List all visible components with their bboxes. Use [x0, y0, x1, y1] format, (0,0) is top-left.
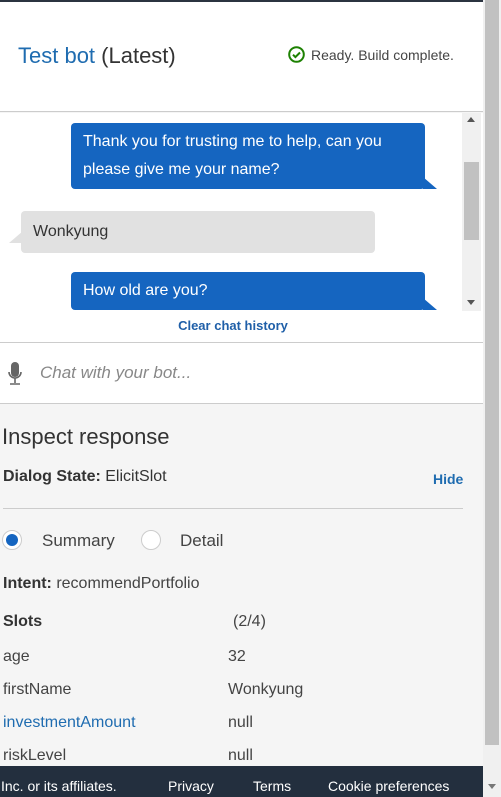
page-scrollbar-thumb[interactable]	[485, 0, 499, 745]
build-status: Ready. Build complete.	[288, 46, 454, 63]
microphone-icon[interactable]	[7, 361, 23, 387]
slot-value: null	[228, 714, 253, 731]
summary-label[interactable]: Summary	[42, 531, 115, 551]
dialog-state-value: ElicitSlot	[105, 468, 167, 485]
slots-heading: Slots	[3, 613, 43, 630]
summary-radio[interactable]	[2, 530, 22, 550]
scroll-down-icon[interactable]	[467, 300, 475, 305]
clear-chat-history-link[interactable]: Clear chat history	[0, 318, 466, 333]
dialog-state-label: Dialog State:	[3, 468, 101, 485]
chat-input-row	[0, 342, 483, 404]
privacy-link[interactable]: Privacy	[168, 778, 214, 794]
page-title: Test bot (Latest)	[18, 43, 176, 69]
inspect-response-heading: Inspect response	[2, 424, 170, 449]
chat-input[interactable]	[40, 357, 460, 389]
slots-count: (2/4)	[233, 613, 266, 630]
test-bot-link[interactable]: Test bot	[18, 43, 95, 68]
intent: Intent: recommendPortfolio	[3, 575, 200, 593]
dialog-state: Dialog State: ElicitSlot	[3, 468, 167, 486]
check-circle-icon	[288, 46, 305, 63]
divider	[3, 508, 463, 509]
hide-button[interactable]: Hide	[433, 471, 463, 487]
terms-link[interactable]: Terms	[253, 778, 291, 794]
slot-value: Wonkyung	[228, 681, 304, 698]
chat-history: Thank you for trusting me to help, can y…	[0, 113, 483, 342]
slot-value: null	[228, 747, 253, 764]
chat-scrollbar-thumb[interactable]	[464, 162, 479, 240]
detail-label[interactable]: Detail	[180, 531, 223, 551]
scroll-up-icon[interactable]	[467, 117, 475, 122]
bot-message: How old are you?	[71, 272, 437, 310]
intent-value: recommendPortfolio	[56, 575, 200, 592]
slot-name-link[interactable]: investmentAmount	[3, 714, 136, 732]
detail-radio[interactable]	[141, 530, 161, 550]
version-label: (Latest)	[95, 43, 176, 68]
cookie-preferences-link[interactable]: Cookie preferences	[328, 778, 449, 794]
user-message: Wonkyung	[9, 211, 375, 253]
scroll-down-icon[interactable]	[488, 784, 496, 789]
intent-label: Intent:	[3, 575, 52, 592]
status-text: Ready. Build complete.	[311, 46, 454, 63]
slot-name: firstName	[3, 681, 72, 698]
copyright-text: Inc. or its affiliates.	[1, 778, 117, 794]
slot-name: riskLevel	[3, 747, 67, 764]
bot-message: Thank you for trusting me to help, can y…	[71, 123, 437, 189]
slot-name: age	[3, 648, 30, 665]
slot-value: 32	[228, 648, 246, 665]
footer: Inc. or its affiliates. Privacy Terms Co…	[0, 766, 483, 797]
